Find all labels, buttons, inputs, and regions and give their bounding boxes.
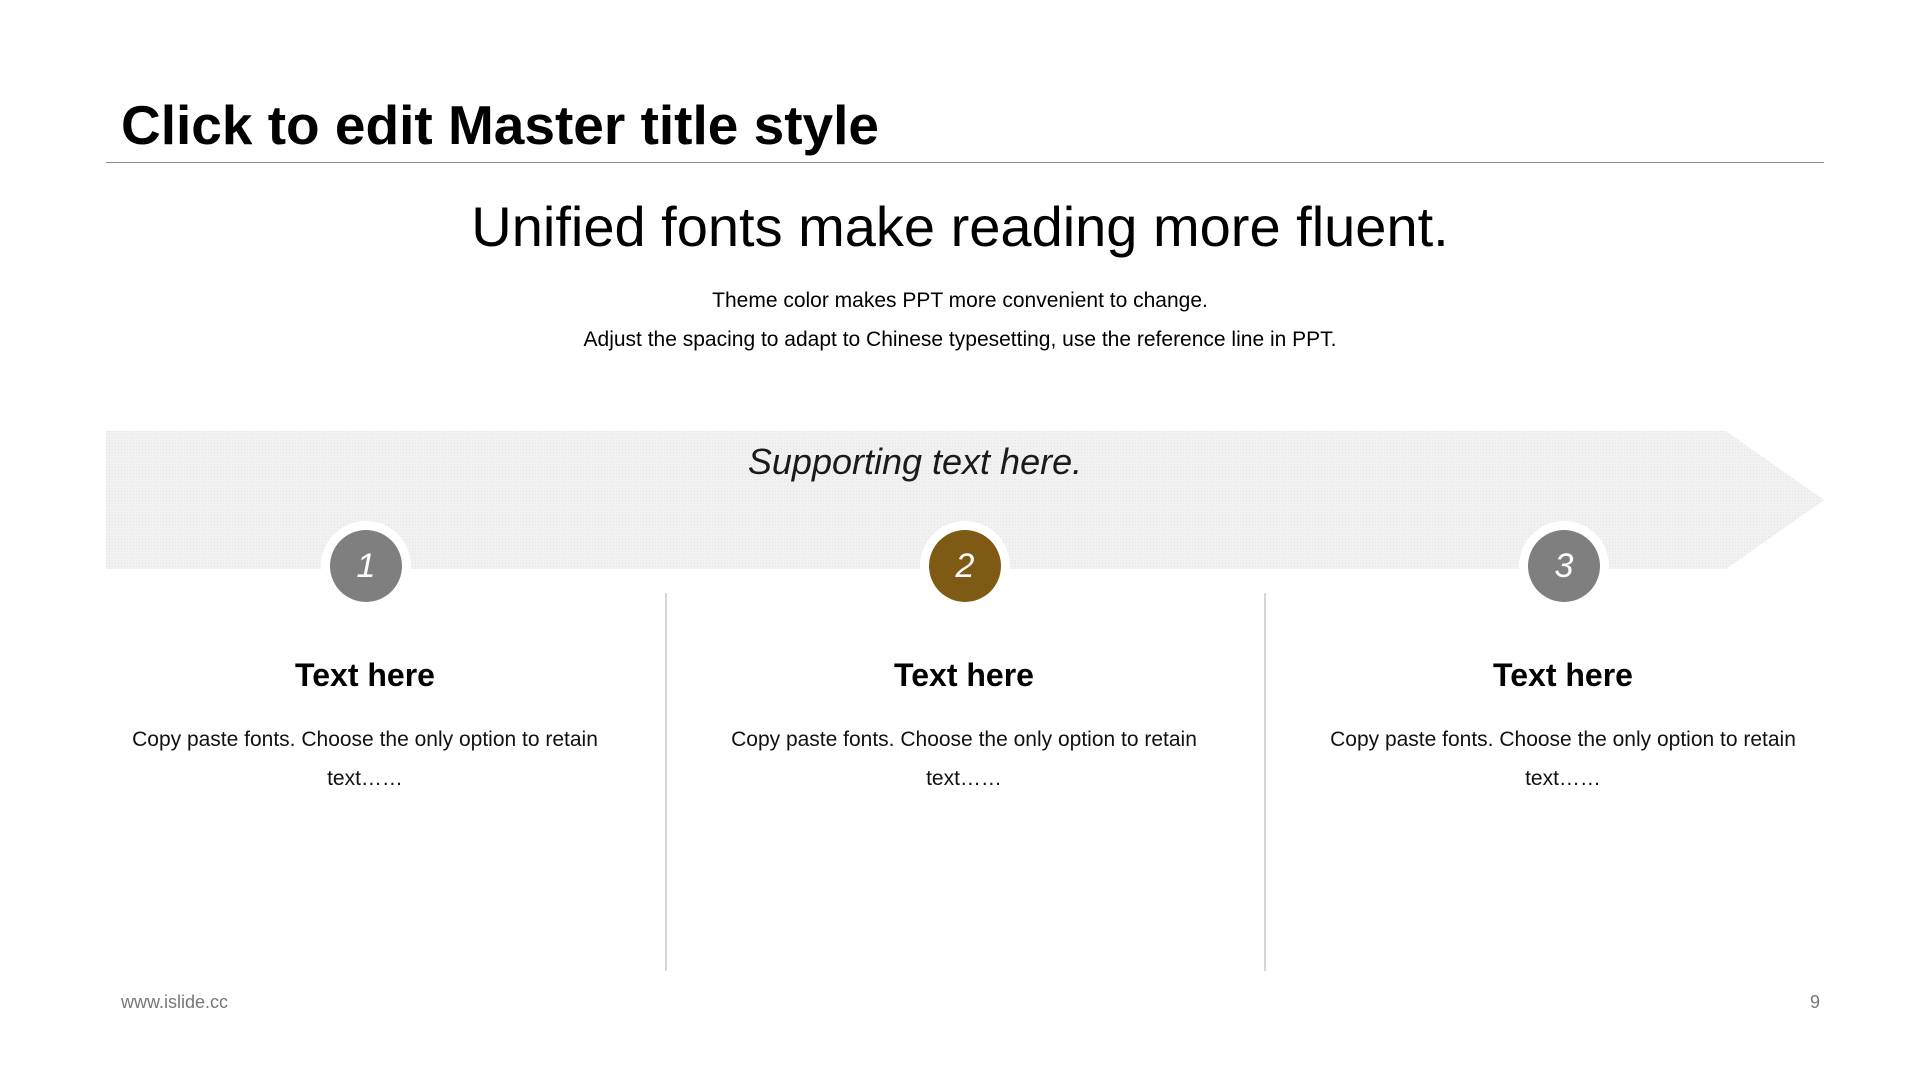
subline-spacing[interactable]: Adjust the spacing to adapt to Chinese t… (0, 325, 1920, 355)
step-2-column: Text here Copy paste fonts. Choose the o… (694, 650, 1234, 798)
step-2-badge[interactable]: 2 (929, 530, 1001, 602)
footer-url: www.islide.cc (121, 992, 229, 1012)
column-divider-2 (1264, 593, 1266, 971)
step-3-heading[interactable]: Text here (1293, 650, 1833, 700)
step-1-body[interactable]: Copy paste fonts. Choose the only option… (95, 720, 635, 798)
step-2-badge-ring: 2 (920, 521, 1010, 611)
step-1-badge[interactable]: 1 (330, 530, 402, 602)
title-underline (106, 162, 1824, 163)
step-3-badge[interactable]: 3 (1528, 530, 1600, 602)
slide-title[interactable]: Click to edit Master title style (121, 90, 879, 160)
step-1-heading[interactable]: Text here (95, 650, 635, 700)
step-1-badge-ring: 1 (321, 521, 411, 611)
column-divider-1 (665, 593, 667, 971)
step-3-body[interactable]: Copy paste fonts. Choose the only option… (1293, 720, 1833, 798)
step-3-column: Text here Copy paste fonts. Choose the o… (1293, 650, 1833, 798)
subline-theme-color[interactable]: Theme color makes PPT more convenient to… (0, 286, 1920, 316)
step-1-column: Text here Copy paste fonts. Choose the o… (95, 650, 635, 798)
page-number: 9 (1809, 992, 1820, 1012)
headline[interactable]: Unified fonts make reading more fluent. (0, 192, 1920, 262)
supporting-text[interactable]: Supporting text here. (0, 440, 1830, 484)
step-3-badge-ring: 3 (1519, 521, 1609, 611)
step-2-body[interactable]: Copy paste fonts. Choose the only option… (694, 720, 1234, 798)
step-2-heading[interactable]: Text here (694, 650, 1234, 700)
